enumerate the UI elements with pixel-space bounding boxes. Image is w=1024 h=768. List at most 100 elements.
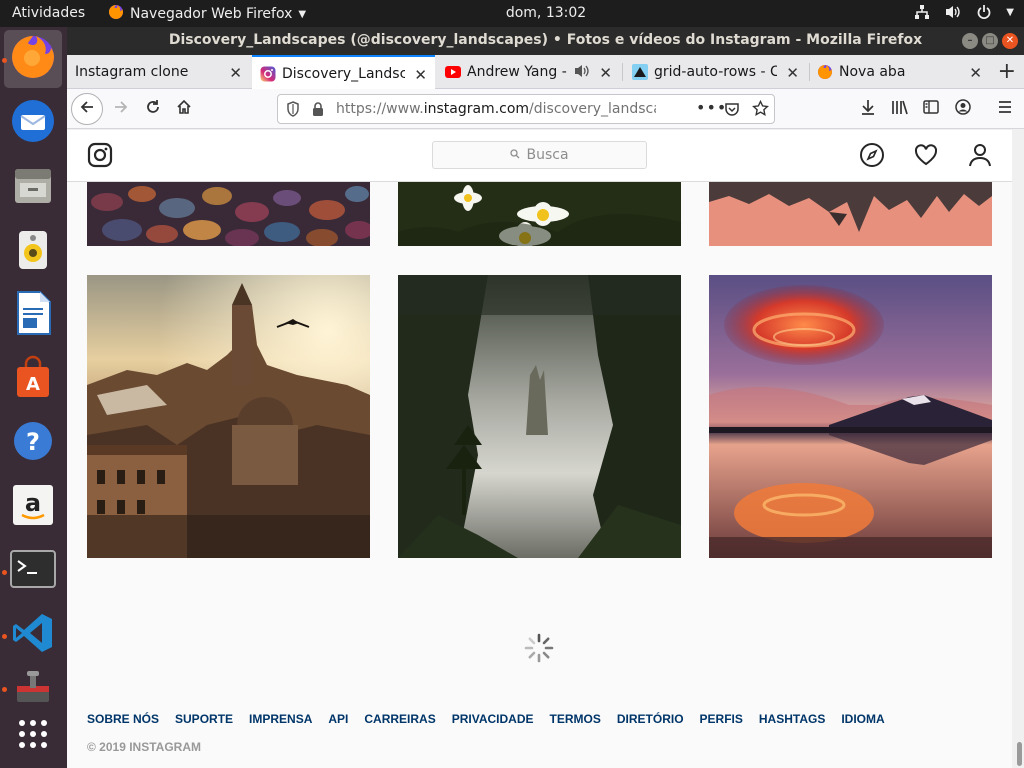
bookmark-star-icon[interactable] <box>752 99 769 121</box>
footer-link-idioma[interactable]: IDIOMA <box>841 712 884 726</box>
url-domain: instagram.com <box>423 101 530 117</box>
amazon-icon: a <box>12 484 54 530</box>
pocket-icon[interactable] <box>724 101 740 121</box>
dock-show-applications[interactable] <box>4 707 62 765</box>
dock-vscode[interactable] <box>4 606 62 664</box>
close-tab-icon[interactable]: ✕ <box>599 64 612 82</box>
footer-link-suporte[interactable]: SUPORTE <box>175 712 233 726</box>
dock-help[interactable]: ? <box>4 414 62 472</box>
footer-link-hashtags[interactable]: HASHTAGS <box>759 712 825 726</box>
footer-link-diretorio[interactable]: DIRETÓRIO <box>617 712 684 726</box>
footer-link-termos[interactable]: TERMOS <box>550 712 601 726</box>
arrow-right-icon <box>113 99 129 119</box>
footer-link-sobre-nos[interactable]: SOBRE NÓS <box>87 712 159 726</box>
tab-instagram-clone[interactable]: Instagram clone ✕ <box>67 55 250 89</box>
clock[interactable]: dom, 13:02 <box>0 5 1024 21</box>
tab-title: Instagram clone <box>75 64 189 80</box>
dock-software[interactable]: A <box>4 350 62 408</box>
library-button[interactable] <box>886 95 914 123</box>
system-tray[interactable]: ▼ <box>914 4 1014 20</box>
svg-text:A: A <box>26 374 40 395</box>
thunderbird-icon <box>10 98 56 148</box>
window-titlebar[interactable]: Discovery_Landscapes (@discovery_landsca… <box>67 27 1024 55</box>
copyright: © 2019 INSTAGRAM <box>87 740 201 754</box>
window-controls: – □ ✕ <box>962 33 1018 49</box>
svg-text:?: ? <box>26 428 40 456</box>
reload-button[interactable] <box>139 95 167 123</box>
tab-andrew-yang[interactable]: Andrew Yang - H ✕ <box>437 55 620 89</box>
dock-amazon[interactable]: a <box>4 478 62 536</box>
compass-icon[interactable] <box>859 142 885 172</box>
footer-link-privacidade[interactable]: PRIVACIDADE <box>452 712 534 726</box>
home-button[interactable] <box>170 95 198 123</box>
photo-misty-canyon[interactable] <box>398 275 681 558</box>
footer-link-imprensa[interactable]: IMPRENSA <box>249 712 312 726</box>
close-button[interactable]: ✕ <box>1002 33 1018 49</box>
tab-nova-aba[interactable]: Nova aba ✕ <box>809 55 990 89</box>
close-tab-icon[interactable]: ✕ <box>229 64 242 82</box>
tab-title: Nova aba <box>839 64 906 80</box>
power-icon <box>976 4 992 20</box>
tab-title: grid-auto-rows - CSS <box>654 64 777 80</box>
chevron-down-icon: ▼ <box>1006 6 1014 18</box>
forward-button[interactable] <box>107 95 135 123</box>
running-indicator <box>2 687 7 692</box>
photo-pebbles[interactable] <box>87 182 370 246</box>
reload-icon <box>145 99 161 119</box>
dock-firefox[interactable] <box>4 30 62 88</box>
tab-discovery-landscapes[interactable]: Discovery_Landscapes ✕ <box>252 55 435 90</box>
svg-text:a: a <box>25 489 41 517</box>
audio-playing-icon[interactable] <box>574 64 590 82</box>
photo-pink-mountains[interactable] <box>709 182 992 246</box>
close-tab-icon[interactable]: ✕ <box>969 64 982 82</box>
close-tab-icon[interactable]: ✕ <box>786 64 799 82</box>
page-scrollbar[interactable] <box>1012 130 1024 768</box>
back-button[interactable] <box>71 93 103 125</box>
downloads-button[interactable] <box>854 95 882 123</box>
footer-link-api[interactable]: API <box>328 712 348 726</box>
instagram-page: Busca SOBRE NÓS SUPORTE IMPRENSA API CAR… <box>67 130 1012 768</box>
help-icon: ? <box>11 419 55 467</box>
navigation-toolbar: https://www.instagram.com/discovery_land… <box>67 89 1024 129</box>
instagram-icon <box>260 66 276 82</box>
profile-icon[interactable] <box>967 142 993 172</box>
tab-grid-auto-rows[interactable]: grid-auto-rows - CSS ✕ <box>624 55 807 89</box>
lock-icon[interactable] <box>312 101 324 121</box>
shield-icon[interactable] <box>286 101 300 121</box>
sidebar-icon <box>923 99 939 119</box>
dock-files[interactable] <box>4 158 62 216</box>
url-bar[interactable]: https://www.instagram.com/discovery_land… <box>277 94 775 124</box>
tab-separator <box>622 63 623 81</box>
photo-bergamo-town[interactable] <box>87 275 370 558</box>
dock-terminal[interactable] <box>4 542 62 600</box>
youtube-icon <box>445 64 461 80</box>
footer-link-carreiras[interactable]: CARREIRAS <box>364 712 435 726</box>
vscode-icon <box>11 611 55 659</box>
hamburger-icon <box>997 99 1013 119</box>
grid-icon <box>17 718 49 754</box>
url-path: /discovery_landscapes/ <box>529 101 656 117</box>
joystick-icon <box>13 670 53 710</box>
network-icon <box>914 4 930 20</box>
dock-writer[interactable] <box>4 286 62 344</box>
maximize-button[interactable]: □ <box>982 33 998 49</box>
photo-daisies[interactable] <box>398 182 681 246</box>
sidebar-button[interactable] <box>917 95 945 123</box>
dock-rhythmbox[interactable] <box>4 222 62 280</box>
tab-title: Discovery_Landscapes <box>282 65 405 82</box>
close-tab-icon[interactable]: ✕ <box>414 66 427 84</box>
footer-link-perfis[interactable]: PERFIS <box>700 712 743 726</box>
menu-button[interactable] <box>991 95 1019 123</box>
heart-icon[interactable] <box>913 142 939 172</box>
url-text[interactable]: https://www.instagram.com/discovery_land… <box>336 101 656 117</box>
photo-fuji-sunset[interactable] <box>709 275 992 558</box>
tab-strip: Instagram clone ✕ Discovery_Landscapes ✕… <box>67 55 1024 90</box>
scrollbar-thumb[interactable] <box>1017 742 1022 766</box>
search-input[interactable]: Busca <box>432 141 647 169</box>
instagram-logo-icon[interactable] <box>87 142 113 172</box>
account-button[interactable] <box>949 95 977 123</box>
dock-thunderbird[interactable] <box>4 94 62 152</box>
minimize-button[interactable]: – <box>962 33 978 49</box>
page-actions-icon[interactable]: ••• <box>696 98 727 117</box>
new-tab-button[interactable]: + <box>998 59 1016 84</box>
